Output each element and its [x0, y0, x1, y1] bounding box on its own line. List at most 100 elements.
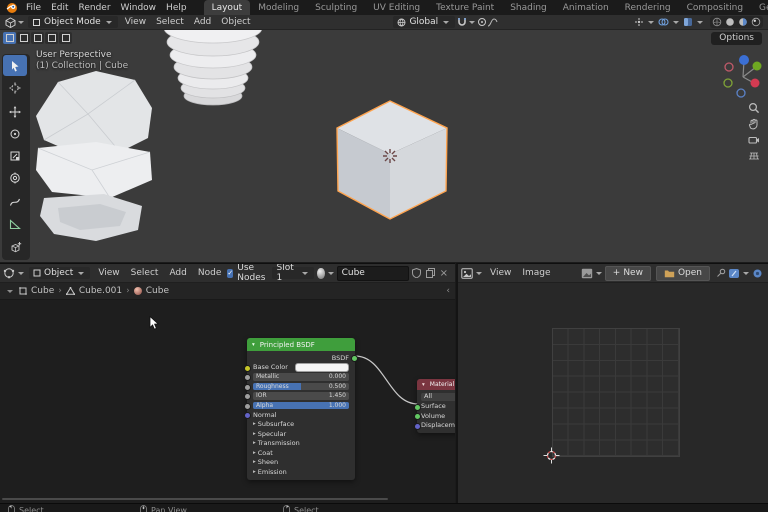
editor-type-3d-icon[interactable]	[5, 17, 16, 28]
show-gizmo-icon[interactable]	[634, 17, 644, 27]
tab-geometry-nodes[interactable]: Geometry Nodes	[751, 0, 768, 15]
image-menu-view[interactable]: View	[485, 268, 516, 278]
tool-select-box[interactable]	[3, 55, 27, 76]
chevron-down-icon[interactable]	[476, 272, 482, 275]
panel-coat[interactable]: ▸Coat	[247, 448, 355, 458]
chevron-down-icon[interactable]	[743, 272, 749, 275]
roughness-socket[interactable]	[244, 384, 251, 391]
metallic-socket[interactable]	[244, 374, 251, 381]
chevron-down-icon[interactable]	[673, 21, 679, 24]
menu-render[interactable]: Render	[74, 3, 116, 13]
chevron-down-icon[interactable]	[648, 21, 654, 24]
roughness-slider[interactable]: Roughness 0.500	[253, 383, 349, 391]
falloff-curve-icon[interactable]	[487, 18, 498, 27]
blender-logo-icon[interactable]	[6, 2, 18, 14]
navigation-gizmo[interactable]	[722, 52, 764, 98]
cursor-2d-icon[interactable]	[543, 447, 560, 464]
collapse-arrow-icon[interactable]: ▾	[252, 342, 255, 348]
menu-file[interactable]: File	[21, 3, 46, 13]
viewport-menu-select[interactable]: Select	[151, 17, 189, 27]
chevron-down-icon[interactable]	[596, 272, 602, 275]
metallic-slider[interactable]: Metallic 0.000	[253, 373, 349, 381]
base-color-swatch[interactable]	[295, 363, 349, 372]
panel-subsurface[interactable]: ▸Subsurface	[247, 420, 355, 430]
shader-editor[interactable]: Object View Select Add Node ✓ Use Nodes …	[0, 263, 455, 504]
pan-view-icon[interactable]	[748, 118, 760, 130]
output-node-header[interactable]: ▾ Material Output	[417, 379, 455, 390]
options-button[interactable]: Options	[711, 32, 762, 45]
mode-selector[interactable]: Object Mode	[28, 16, 118, 28]
browse-image-icon[interactable]	[581, 268, 593, 279]
camera-view-icon[interactable]	[748, 134, 760, 146]
principled-node-header[interactable]: ▾ Principled BSDF	[247, 338, 355, 351]
menu-window[interactable]: Window	[116, 3, 162, 13]
proportional-editing-icon[interactable]	[477, 17, 487, 27]
pin-icon[interactable]	[716, 268, 726, 278]
tab-compositing[interactable]: Compositing	[679, 0, 751, 15]
chevron-down-icon[interactable]	[697, 21, 703, 24]
tool-measure[interactable]	[3, 213, 27, 234]
overlays-icon[interactable]	[658, 17, 669, 27]
tool-cursor[interactable]	[3, 77, 27, 98]
material-output-node[interactable]: ▾ Material Output All Surface Volume Dis…	[417, 379, 455, 433]
chevron-down-icon[interactable]	[469, 21, 475, 24]
tab-modeling[interactable]: Modeling	[250, 0, 307, 15]
panel-specular[interactable]: ▸Specular	[247, 429, 355, 439]
shading-solid-icon[interactable]	[725, 17, 735, 27]
display-channels-icon[interactable]	[728, 268, 740, 279]
shading-material-icon[interactable]	[738, 17, 748, 27]
shading-wireframe-icon[interactable]	[712, 17, 722, 27]
select-mode-intersect[interactable]	[59, 32, 72, 44]
zoom-view-icon[interactable]	[748, 102, 760, 114]
tool-rotate[interactable]	[3, 123, 27, 144]
editor-type-image-icon[interactable]	[461, 268, 473, 279]
tool-transform[interactable]	[3, 167, 27, 188]
alpha-socket[interactable]	[244, 403, 251, 410]
image-settings-icon[interactable]	[752, 268, 763, 279]
alpha-slider[interactable]: Alpha 1.000	[253, 402, 349, 410]
open-image-button[interactable]: Open	[656, 266, 710, 281]
principled-bsdf-node[interactable]: ▾ Principled BSDF BSDF Base Color	[247, 338, 355, 480]
select-mode-subtract[interactable]	[31, 32, 44, 44]
snap-magnet-icon[interactable]	[457, 17, 467, 27]
new-image-button[interactable]: + New	[605, 266, 651, 281]
transform-orientation-selector[interactable]: Global	[393, 16, 455, 28]
ior-slider[interactable]: IOR 1.450	[253, 392, 349, 400]
tool-add-cube[interactable]	[3, 237, 27, 258]
tab-layout[interactable]: Layout	[204, 0, 251, 15]
select-mode-extend[interactable]	[17, 32, 30, 44]
image-editor[interactable]: View Image + New Open	[456, 263, 768, 504]
panel-transmission[interactable]: ▸Transmission	[247, 439, 355, 449]
displacement-input-socket[interactable]	[414, 423, 421, 430]
tab-sculpting[interactable]: Sculpting	[307, 0, 365, 15]
output-target-dropdown[interactable]: All	[421, 393, 455, 401]
base-color-socket[interactable]	[244, 365, 251, 372]
tool-scale[interactable]	[3, 145, 27, 166]
tab-animation[interactable]: Animation	[555, 0, 617, 15]
menu-help[interactable]: Help	[161, 3, 192, 13]
viewport-menu-object[interactable]: Object	[216, 17, 255, 27]
bsdf-output-socket[interactable]	[351, 355, 358, 362]
tab-texture-paint[interactable]: Texture Paint	[428, 0, 502, 15]
panel-sheen[interactable]: ▸Sheen	[247, 458, 355, 468]
shading-rendered-icon[interactable]	[751, 17, 761, 27]
toggle-perspective-icon[interactable]	[748, 150, 760, 162]
tab-shading[interactable]: Shading	[502, 0, 555, 15]
menu-edit[interactable]: Edit	[46, 3, 73, 13]
panel-emission[interactable]: ▸Emission	[247, 467, 355, 477]
shader-horizontal-scrollbar[interactable]	[2, 498, 388, 500]
normal-socket[interactable]	[244, 412, 251, 419]
output-all-row[interactable]: All	[417, 392, 455, 402]
image-menu-image[interactable]: Image	[517, 268, 555, 278]
surface-input-socket[interactable]	[414, 404, 421, 411]
select-mode-invert[interactable]	[45, 32, 58, 44]
tool-move[interactable]	[3, 101, 27, 122]
tool-annotate[interactable]	[3, 191, 27, 212]
chevron-down-icon[interactable]	[18, 21, 24, 24]
tab-uv-editing[interactable]: UV Editing	[365, 0, 428, 15]
viewport-menu-add[interactable]: Add	[189, 17, 216, 27]
xray-toggle-icon[interactable]	[683, 17, 693, 27]
volume-input-socket[interactable]	[414, 413, 421, 420]
viewport-3d[interactable]: User Perspective (1) Collection | Cube	[0, 30, 768, 262]
ior-socket[interactable]	[244, 393, 251, 400]
